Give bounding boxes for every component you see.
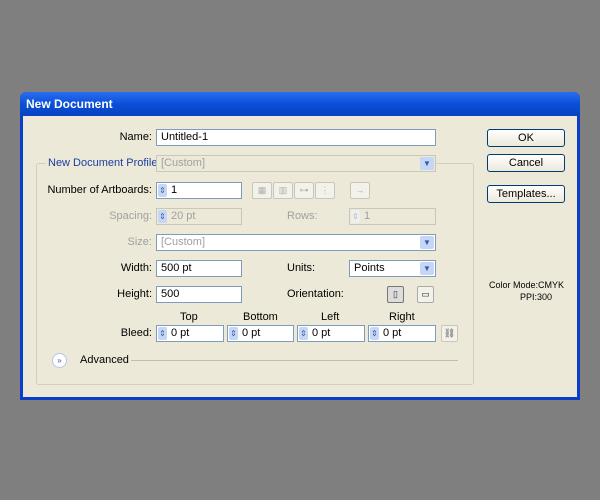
spacing-input[interactable]: ⇕ 20 pt	[156, 208, 242, 225]
spinner-icon[interactable]: ⇕	[158, 184, 167, 197]
size-dropdown[interactable]: [Custom] ▼	[156, 234, 436, 251]
name-input[interactable]: Untitled-1	[156, 129, 436, 146]
orientation-label: Orientation:	[287, 288, 344, 300]
bleed-header-bottom: Bottom	[243, 311, 278, 323]
rows-value: 1	[364, 210, 371, 222]
bleed-right-value: 0 pt	[383, 327, 402, 339]
spacing-value: 20 pt	[171, 210, 196, 222]
grid-by-column-icon[interactable]: ▥	[273, 182, 293, 199]
height-input[interactable]: 500	[156, 286, 242, 303]
spinner-icon[interactable]: ⇕	[299, 327, 308, 340]
units-dropdown[interactable]: Points ▼	[349, 260, 436, 277]
rows-input[interactable]: ⇕ 1	[349, 208, 436, 225]
bleed-header-left: Left	[321, 311, 340, 323]
spinner-icon[interactable]: ⇕	[158, 327, 167, 340]
height-label: Height:	[117, 288, 152, 300]
units-value: Points	[354, 262, 385, 274]
width-input[interactable]: 500 pt	[156, 260, 242, 277]
spinner-icon[interactable]: ⇕	[370, 327, 379, 340]
profile-value: [Custom]	[161, 157, 206, 169]
spacing-label: Spacing:	[109, 210, 152, 222]
cancel-button[interactable]: Cancel	[487, 154, 565, 172]
advanced-label[interactable]: Advanced	[80, 354, 129, 366]
portrait-icon[interactable]: ▯	[387, 286, 404, 303]
profile-dropdown[interactable]: [Custom] ▼	[156, 155, 436, 172]
ok-button[interactable]: OK	[487, 129, 565, 147]
bleed-bottom-input[interactable]: ⇕ 0 pt	[227, 325, 294, 342]
color-mode-text: Color Mode:CMYK	[489, 280, 565, 290]
bleed-left-value: 0 pt	[312, 327, 331, 339]
profile-label: New Document Profile:	[46, 157, 163, 169]
artboards-input[interactable]: ⇕ 1	[156, 182, 242, 199]
size-value: [Custom]	[161, 236, 206, 248]
ppi-text: PPI:300	[520, 292, 553, 302]
bleed-top-input[interactable]: ⇕ 0 pt	[156, 325, 224, 342]
templates-button[interactable]: Templates...	[487, 185, 565, 203]
spinner-icon[interactable]: ⇕	[229, 327, 238, 340]
bleed-header-right: Right	[389, 311, 415, 323]
bleed-right-input[interactable]: ⇕ 0 pt	[368, 325, 436, 342]
artboards-value: 1	[171, 184, 178, 196]
units-label: Units:	[287, 262, 316, 274]
artboards-label: Number of Artboards:	[47, 184, 152, 196]
landscape-icon[interactable]: ▭	[417, 286, 434, 303]
arrange-by-column-icon[interactable]: ⋮	[315, 182, 335, 199]
name-label: Name:	[119, 131, 152, 143]
chevron-down-icon: ▼	[420, 157, 434, 170]
spinner-icon[interactable]: ⇕	[351, 210, 360, 223]
right-arrow-icon[interactable]: →	[350, 182, 370, 199]
arrange-by-row-icon[interactable]: ⊶	[294, 182, 314, 199]
bleed-label: Bleed:	[120, 327, 152, 339]
link-bleed-icon[interactable]: ⛓	[441, 325, 458, 342]
grid-by-row-icon[interactable]: ▦	[252, 182, 272, 199]
bleed-header-top: Top	[180, 311, 198, 323]
rows-label: Rows:	[287, 210, 318, 222]
expand-advanced-icon[interactable]: »	[52, 353, 67, 368]
chevron-down-icon: ▼	[420, 236, 434, 249]
bleed-bottom-value: 0 pt	[242, 327, 261, 339]
chevron-down-icon: ▼	[420, 262, 434, 275]
spinner-icon[interactable]: ⇕	[158, 210, 167, 223]
size-label: Size:	[127, 236, 152, 248]
bleed-top-value: 0 pt	[171, 327, 190, 339]
advanced-divider	[131, 360, 458, 361]
width-label: Width:	[120, 262, 152, 274]
bleed-left-input[interactable]: ⇕ 0 pt	[297, 325, 365, 342]
